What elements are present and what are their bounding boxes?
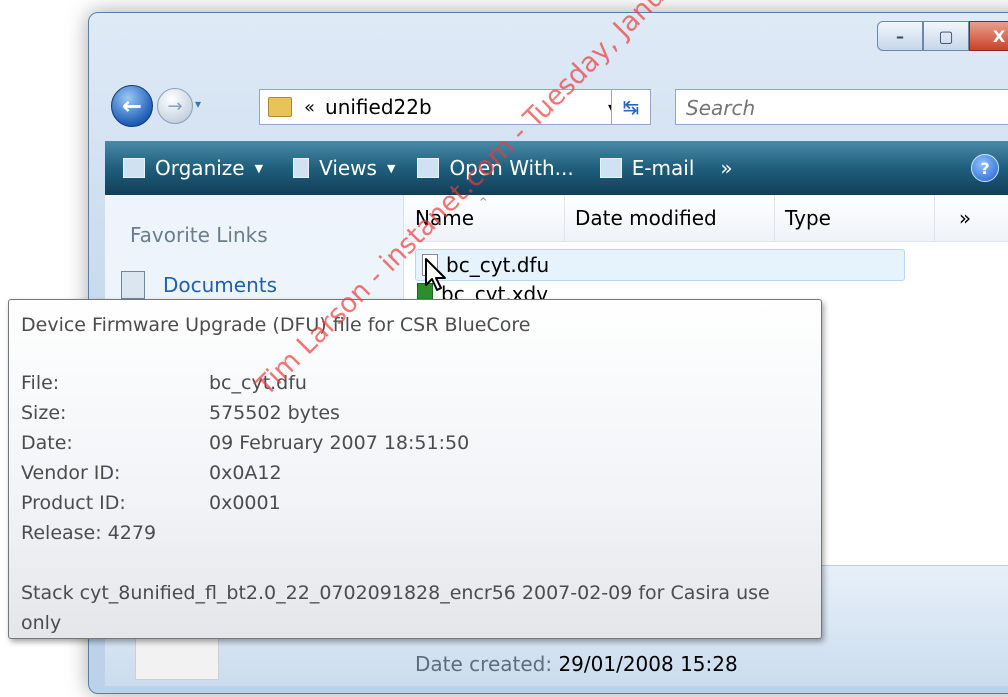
tooltip-key: Date: xyxy=(21,432,73,454)
forward-arrow-icon: → xyxy=(167,95,183,117)
views-icon xyxy=(293,158,310,178)
tooltip-row: File: bc_cyt.dfu xyxy=(21,368,809,398)
address-bar[interactable]: « unified22b ▾ xyxy=(259,89,649,125)
help-icon: ? xyxy=(980,158,990,178)
close-button[interactable]: X xyxy=(969,21,1008,51)
tooltip-value: 09 February 2007 18:51:50 xyxy=(209,432,470,454)
views-dropdown-icon: ▼ xyxy=(386,161,396,175)
open-with-label: Open With... xyxy=(449,156,574,180)
overflow-chevron-icon: » xyxy=(720,156,733,180)
tooltip-title: Device Firmware Upgrade (DFU) file for C… xyxy=(21,314,531,336)
tooltip-key: Vendor ID: xyxy=(21,462,121,484)
tooltip-row: Date: 09 February 2007 18:51:50 xyxy=(21,428,809,458)
column-header-date-modified[interactable]: Date modified xyxy=(565,195,775,241)
tooltip-key: Size: xyxy=(21,402,67,424)
history-dropdown-icon[interactable]: ▾ xyxy=(195,97,201,111)
address-path[interactable]: unified22b xyxy=(325,95,432,119)
maximize-button[interactable]: ▢ xyxy=(923,21,969,51)
organize-dropdown-icon: ▼ xyxy=(254,161,264,175)
sidebar-item-label: Documents xyxy=(163,273,278,297)
views-label: Views xyxy=(319,156,377,180)
tooltip-value: 0x0A12 xyxy=(209,462,282,484)
command-toolbar: Organize ▼ Views ▼ Open With... E-mail »… xyxy=(105,141,1008,195)
documents-icon xyxy=(121,271,145,299)
window-controls: – ▢ X xyxy=(877,21,1008,51)
tooltip-row: Product ID: 0x0001 xyxy=(21,488,809,518)
help-button[interactable]: ? xyxy=(971,154,999,182)
organize-label: Organize xyxy=(155,156,245,180)
date-created-label: Date created: xyxy=(415,652,553,676)
column-header-name[interactable]: ^ Name xyxy=(405,195,565,241)
date-created-value: 29/01/2008 15:28 xyxy=(558,652,738,676)
refresh-button[interactable]: ↹ xyxy=(611,89,651,125)
email-label: E-mail xyxy=(631,156,695,180)
column-name-label: Name xyxy=(415,206,475,230)
column-overflow-icon: » xyxy=(958,206,972,230)
tooltip-release: Release: 4279 xyxy=(21,522,157,544)
favorite-links-heading: Favorite Links xyxy=(130,223,268,247)
tooltip-description: Stack cyt_8unified_fl_bt2.0_22_070209182… xyxy=(21,582,770,634)
column-type-label: Type xyxy=(785,206,831,230)
views-button[interactable]: Views ▼ xyxy=(293,156,395,180)
tooltip-key: Product ID: xyxy=(21,492,126,514)
date-created: Date created: 29/01/2008 15:28 xyxy=(415,652,738,676)
column-date-label: Date modified xyxy=(575,206,717,230)
tooltip-row: Vendor ID: 0x0A12 xyxy=(21,458,809,488)
tooltip-key: File: xyxy=(21,372,60,394)
organize-button[interactable]: Organize ▼ xyxy=(123,156,263,180)
tooltip-value: 575502 bytes xyxy=(209,402,340,424)
breadcrumb-chevron-icon[interactable]: « xyxy=(304,97,315,118)
column-header-type[interactable]: Type xyxy=(775,195,935,241)
toolbar-overflow-button[interactable]: » xyxy=(720,156,732,180)
open-with-button[interactable]: Open With... xyxy=(417,156,574,180)
file-row-selected[interactable]: bc_cyt.dfu xyxy=(415,249,905,281)
tooltip-value: bc_cyt.dfu xyxy=(209,372,307,394)
sort-ascending-icon: ^ xyxy=(479,197,488,208)
column-header-overflow[interactable]: » xyxy=(935,195,995,241)
back-arrow-icon: ← xyxy=(121,92,143,120)
refresh-icon: ↹ xyxy=(622,95,640,119)
minimize-button[interactable]: – xyxy=(877,21,923,51)
column-header-row: ^ Name Date modified Type » xyxy=(405,195,1008,242)
back-button[interactable]: ← xyxy=(111,85,153,127)
search-input[interactable] xyxy=(676,90,1008,126)
tooltip-row: Size: 575502 bytes xyxy=(21,398,809,428)
search-box[interactable] xyxy=(675,89,1008,126)
email-button[interactable]: E-mail xyxy=(599,156,695,180)
open-with-icon xyxy=(417,158,440,178)
forward-button[interactable]: → xyxy=(157,88,193,124)
folder-icon xyxy=(268,97,292,117)
mouse-pointer-icon xyxy=(425,258,446,291)
organize-icon xyxy=(123,158,145,178)
navigation-bar: ← → ▾ « unified22b ▾ ↹ xyxy=(103,85,1008,129)
file-name: bc_cyt.dfu xyxy=(446,253,550,277)
sidebar-item-documents[interactable]: Documents xyxy=(121,271,277,299)
file-info-tooltip: Device Firmware Upgrade (DFU) file for C… xyxy=(8,299,822,639)
tooltip-value: 0x0001 xyxy=(209,492,281,514)
email-icon xyxy=(599,158,622,178)
